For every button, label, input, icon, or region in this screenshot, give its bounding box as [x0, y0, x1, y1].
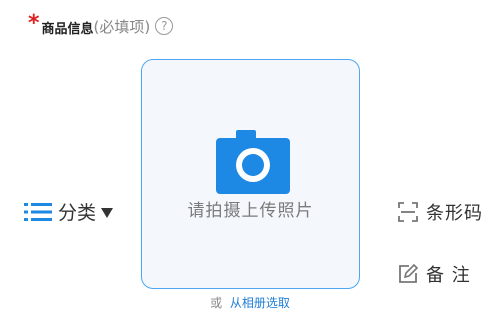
- category-label: 分类: [58, 202, 97, 224]
- product-info-header: * 商品信息 (必填项) ?: [28, 9, 174, 37]
- choose-from-album-link[interactable]: 从相册选取: [230, 296, 290, 310]
- photo-upload-box[interactable]: 请拍摄上传照片: [141, 59, 360, 289]
- dropdown-arrow-icon: [101, 207, 114, 218]
- barcode-label: 条形码: [426, 203, 483, 224]
- barcode-button[interactable]: 条形码: [398, 199, 483, 225]
- note-label: 备 注: [426, 265, 471, 286]
- section-title: 商品信息: [41, 21, 94, 37]
- upload-photo-label: 请拍摄上传照片: [187, 201, 314, 221]
- album-picker: 或 从相册选取: [0, 294, 500, 311]
- category-selector[interactable]: 分类: [24, 198, 114, 225]
- scan-icon: [398, 202, 418, 222]
- edit-icon: [399, 264, 418, 283]
- note-button[interactable]: 备 注: [398, 261, 471, 287]
- list-icon: [24, 202, 52, 221]
- camera-icon: [216, 130, 290, 194]
- or-text: 或: [210, 296, 223, 310]
- required-hint: (必填项): [93, 17, 151, 36]
- help-icon[interactable]: ?: [155, 17, 174, 35]
- required-mark: *: [28, 11, 40, 36]
